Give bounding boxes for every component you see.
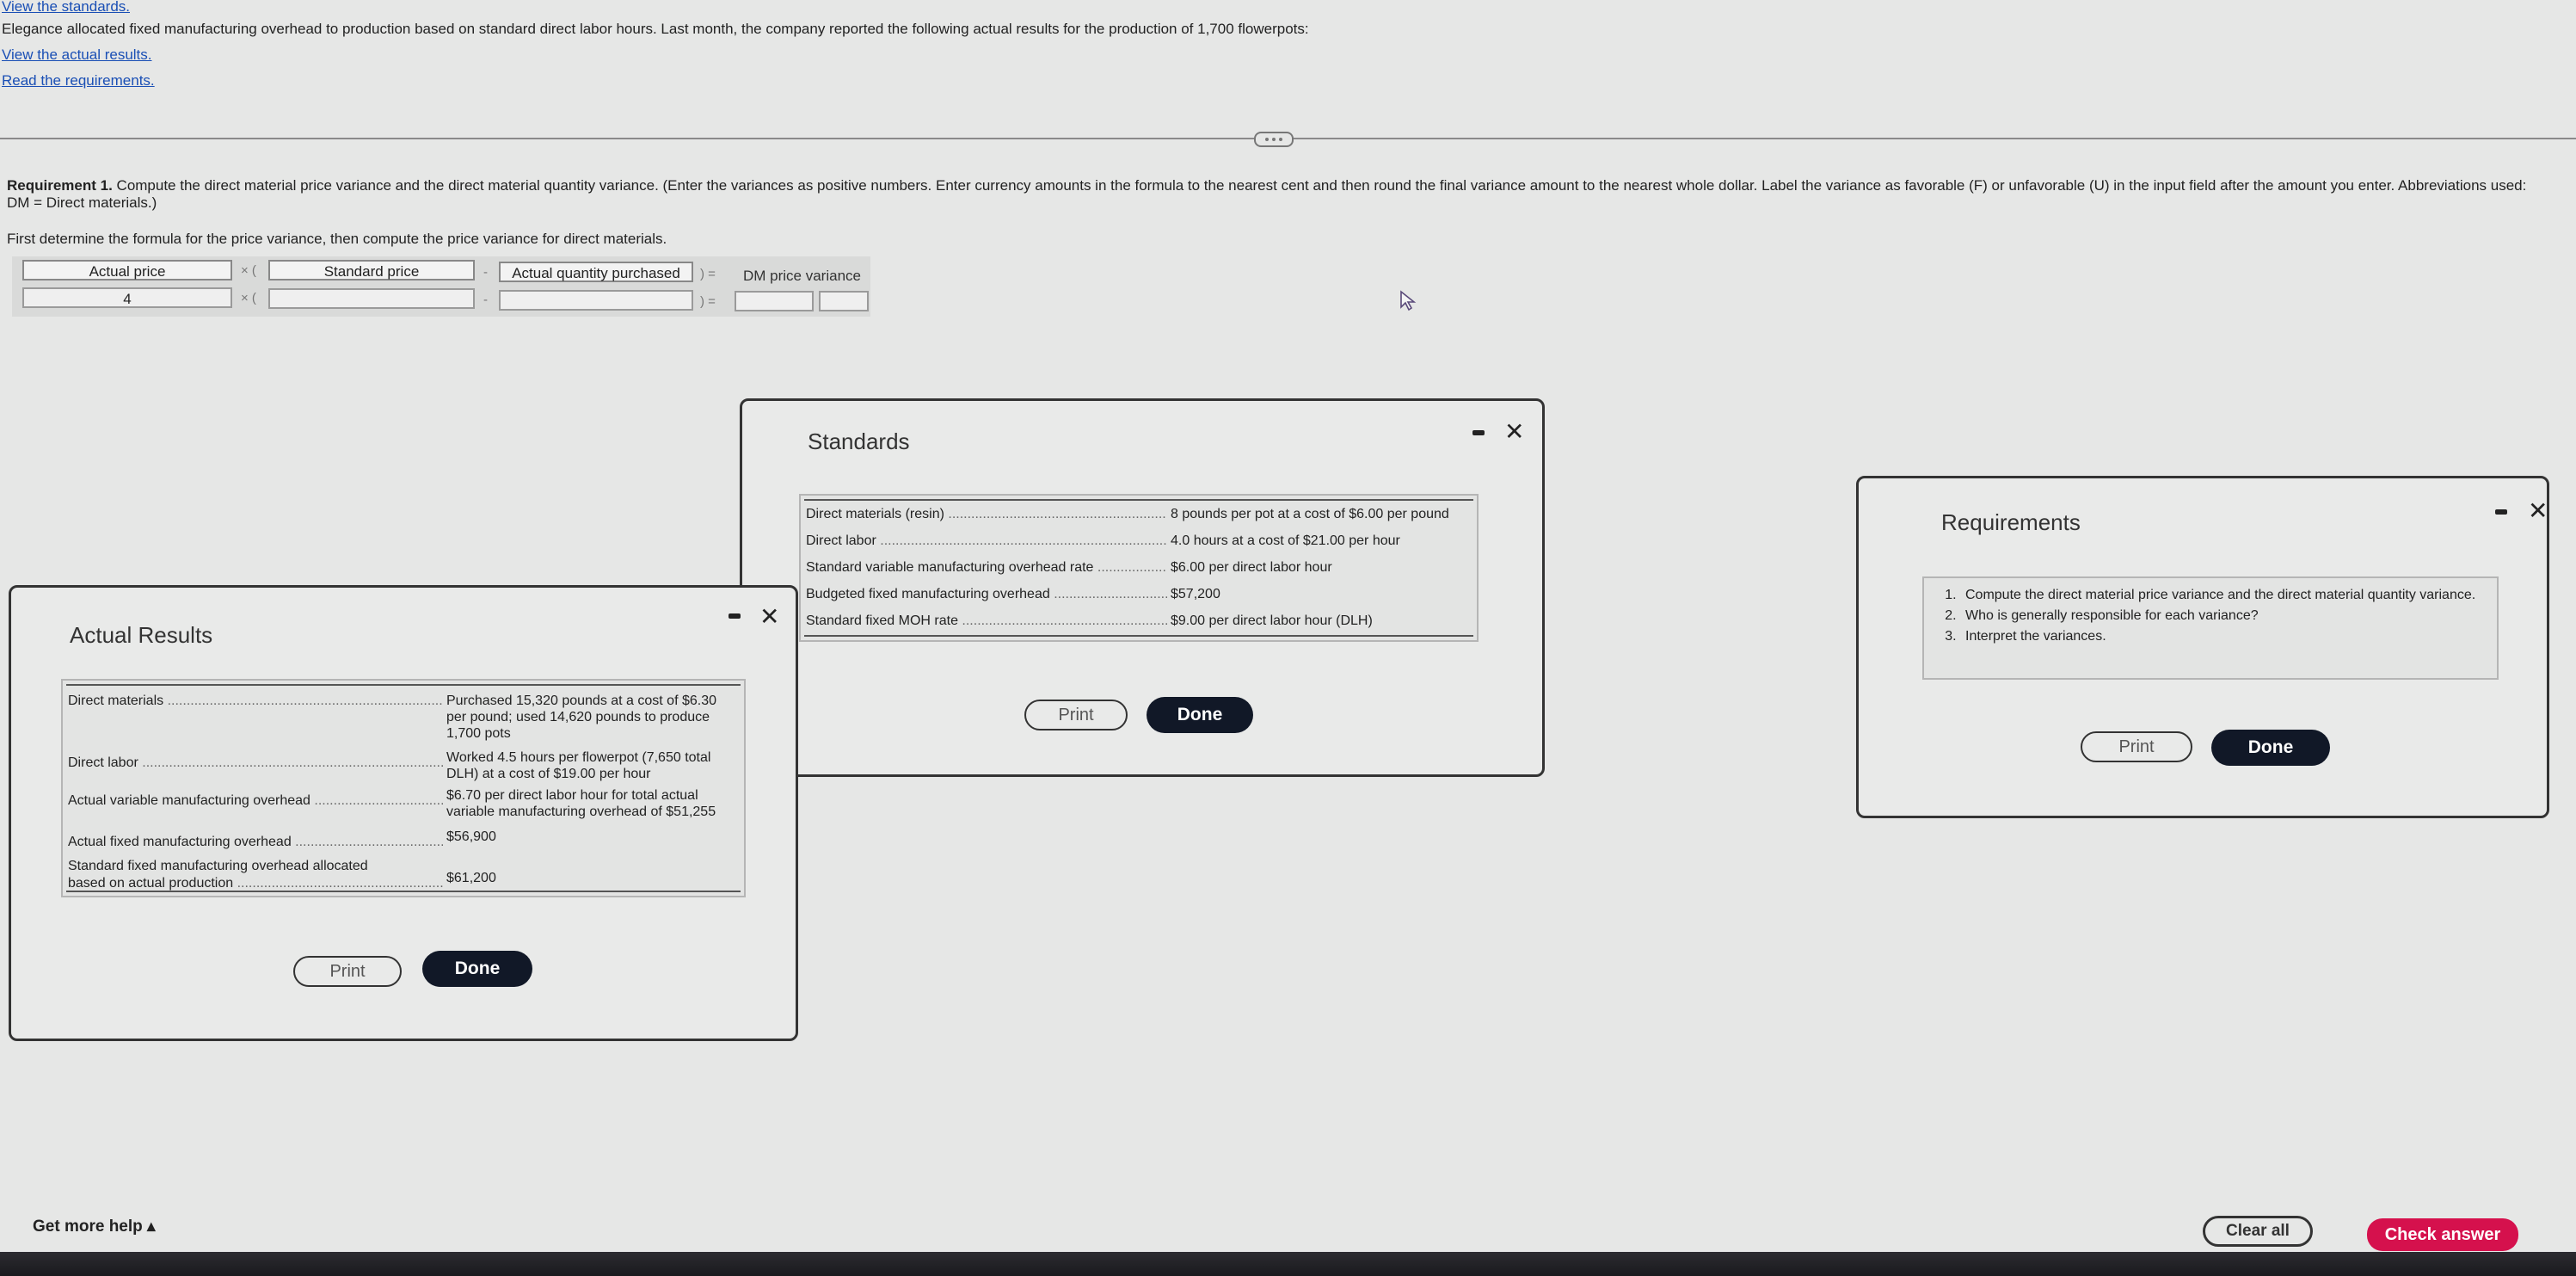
check-answer-button[interactable]: Check answer (2367, 1218, 2518, 1251)
read-requirements-link[interactable]: Read the requirements. (2, 72, 155, 89)
standards-table: Direct materials (resin) 8 pounds per po… (799, 494, 1479, 642)
actual-results-title: Actual Results (70, 622, 213, 648)
standards-dialog: Standards ✕ Direct materials (resin) 8 p… (740, 398, 1545, 777)
close-icon[interactable]: ✕ (759, 605, 779, 629)
resize-handle[interactable] (1254, 132, 1294, 147)
actual-quantity-input[interactable] (499, 290, 693, 311)
print-button[interactable]: Print (2081, 731, 2192, 762)
requirement-item: Compute the direct material price varian… (1960, 587, 2497, 604)
intro-text: Elegance allocated fixed manufacturing o… (2, 21, 1309, 37)
requirement-item: Interpret the variances. (1960, 628, 2497, 645)
requirements-list: Compute the direct material price varian… (1922, 576, 2499, 680)
close-icon[interactable]: ✕ (1504, 420, 1524, 444)
minimize-icon[interactable] (729, 613, 741, 619)
requirements-title: Requirements (1941, 509, 2081, 535)
view-standards-link[interactable]: View the standards. (2, 0, 130, 15)
requirement-label: Requirement 1. (7, 177, 113, 194)
clear-all-button[interactable]: Clear all (2203, 1216, 2313, 1247)
requirement-body: Compute the direct material price varian… (112, 177, 2527, 194)
view-actual-results-link[interactable]: View the actual results. (2, 46, 152, 64)
formula-instruction: First determine the formula for the pric… (7, 231, 667, 247)
actual-results-dialog: Actual Results ✕ Direct materials Purcha… (9, 585, 798, 1041)
mouse-cursor-icon (1400, 290, 1417, 311)
requirement-item: Who is generally responsible for each va… (1960, 607, 2497, 625)
done-button[interactable]: Done (2211, 730, 2330, 766)
actual-results-table: Direct materials Purchased 15,320 pounds… (61, 679, 746, 897)
formula-header-dm-price-variance: DM price variance (743, 268, 861, 284)
close-icon[interactable]: ✕ (2528, 499, 2548, 523)
requirement-abbrev: DM = Direct materials.) (7, 194, 157, 211)
times-operator: × ( (241, 263, 256, 278)
requirements-dialog: Requirements ✕ Compute the direct materi… (1856, 476, 2549, 818)
get-more-help-button[interactable]: Get more help ▴ (33, 1217, 156, 1236)
times-operator: × ( (241, 291, 256, 305)
monitor-bezel (0, 1252, 2576, 1276)
print-button[interactable]: Print (1024, 700, 1128, 730)
variance-label-input[interactable] (819, 291, 869, 311)
variance-amount-input[interactable] (735, 291, 814, 311)
standards-title: Standards (808, 428, 910, 454)
done-button[interactable]: Done (422, 951, 532, 987)
minimize-icon[interactable] (2495, 509, 2507, 515)
actual-price-input[interactable]: 4 (22, 287, 232, 308)
close-equals-operator: ) = (700, 294, 716, 309)
print-button[interactable]: Print (293, 956, 402, 987)
done-button[interactable]: Done (1147, 697, 1253, 733)
formula-header-standard-price[interactable]: Standard price (268, 260, 475, 280)
minus-operator: - (483, 293, 488, 307)
minimize-icon[interactable] (1472, 430, 1485, 435)
formula-header-actual-price[interactable]: Actual price (22, 260, 232, 280)
close-equals-operator: ) = (700, 267, 716, 281)
standard-price-input[interactable] (268, 288, 475, 309)
minus-operator: - (483, 265, 488, 280)
requirement-instructions: Requirement 1. Compute the direct materi… (7, 177, 2574, 212)
formula-header-actual-quantity[interactable]: Actual quantity purchased (499, 262, 693, 282)
formula-grid: Actual price × ( Standard price - Actual… (12, 256, 870, 317)
